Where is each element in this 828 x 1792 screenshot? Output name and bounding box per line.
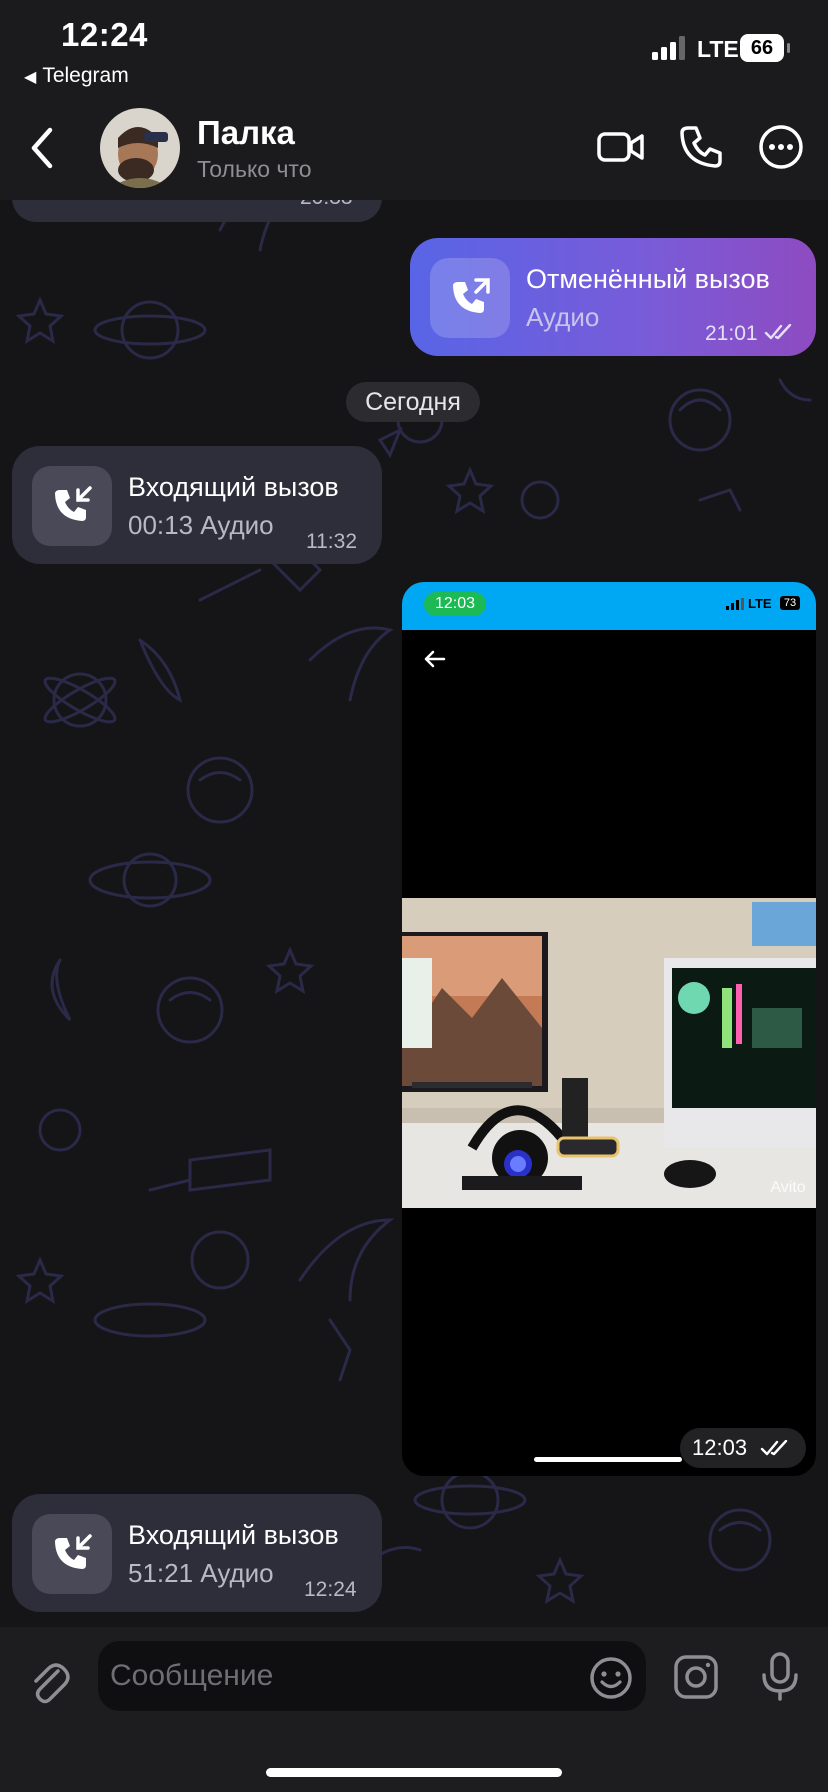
status-time: 12:24 xyxy=(61,16,148,53)
message-time: 12:24 xyxy=(304,1578,357,1601)
call-subtitle: 00:13 Аудио xyxy=(128,510,274,540)
chat-header: Палка Только что xyxy=(0,100,828,200)
screenshot-battery: 73 xyxy=(780,596,800,610)
avatar[interactable] xyxy=(100,108,180,188)
screenshot-network: LTE xyxy=(748,596,772,611)
call-title: Входящий вызов xyxy=(128,1520,339,1550)
more-options-icon[interactable] xyxy=(756,122,806,172)
contact-status: Только что xyxy=(197,156,312,182)
call-title: Отменённый вызов xyxy=(526,264,770,294)
read-checkmarks-icon xyxy=(760,1440,788,1456)
status-bar: 12:24 ◀ Telegram LTE 66 xyxy=(0,0,828,100)
video-call-icon[interactable] xyxy=(596,122,646,172)
call-title: Входящий вызов xyxy=(128,472,339,502)
screenshot-signal-icon xyxy=(726,598,744,610)
message-time: 12:03 xyxy=(692,1435,748,1460)
photo-time-badge: 12:03 xyxy=(680,1428,806,1468)
cancelled-call-bubble[interactable]: Отменённый вызов Аудио 21:01 xyxy=(410,238,816,356)
battery-tip xyxy=(787,43,790,53)
signal-icon xyxy=(652,36,685,60)
message-input[interactable] xyxy=(98,1641,646,1711)
back-app-label: Telegram xyxy=(42,64,129,87)
microphone-icon[interactable] xyxy=(758,1651,802,1703)
camera-icon[interactable] xyxy=(672,1653,720,1701)
contact-name[interactable]: Палка xyxy=(197,114,295,152)
incoming-call-bubble[interactable]: Входящий вызов 51:21 Аудио 12:24 xyxy=(12,1494,382,1612)
network-type: LTE xyxy=(697,36,739,62)
message-time: 21:01 xyxy=(705,322,758,345)
desk-setup-photo: Avito xyxy=(402,898,816,1208)
date-separator: Сегодня xyxy=(346,382,480,422)
screenshot-home-indicator xyxy=(534,1457,682,1462)
back-chevron-icon[interactable] xyxy=(22,120,62,176)
screenshot-back-arrow-icon xyxy=(424,650,446,668)
read-checkmarks-icon xyxy=(764,324,792,340)
screenshot-status-bar: 12:03 LTE 73 xyxy=(402,582,816,630)
incoming-call-icon xyxy=(32,466,112,546)
emoji-sticker-icon[interactable] xyxy=(588,1655,634,1701)
paperclip-icon[interactable] xyxy=(24,1657,72,1707)
back-to-app-link[interactable]: ◀ Telegram xyxy=(24,64,129,88)
incoming-call-bubble[interactable]: Входящий вызов 00:13 Аудио 11:32 xyxy=(12,446,382,564)
screenshot-time: 12:03 xyxy=(424,592,486,616)
call-subtitle: Аудио xyxy=(526,302,600,332)
message-time: 11:32 xyxy=(306,530,357,553)
photo-message[interactable]: 12:03 LTE 73 Avito 12:03 xyxy=(402,582,816,1476)
avito-watermark: Avito xyxy=(770,1179,805,1196)
incoming-call-icon xyxy=(32,1514,112,1594)
back-triangle-icon: ◀ xyxy=(24,69,37,86)
outgoing-call-icon xyxy=(430,258,510,338)
phone-call-icon[interactable] xyxy=(676,122,726,172)
battery-icon: 66 xyxy=(740,34,784,62)
home-indicator xyxy=(266,1768,562,1777)
call-subtitle: 51:21 Аудио xyxy=(128,1558,274,1588)
